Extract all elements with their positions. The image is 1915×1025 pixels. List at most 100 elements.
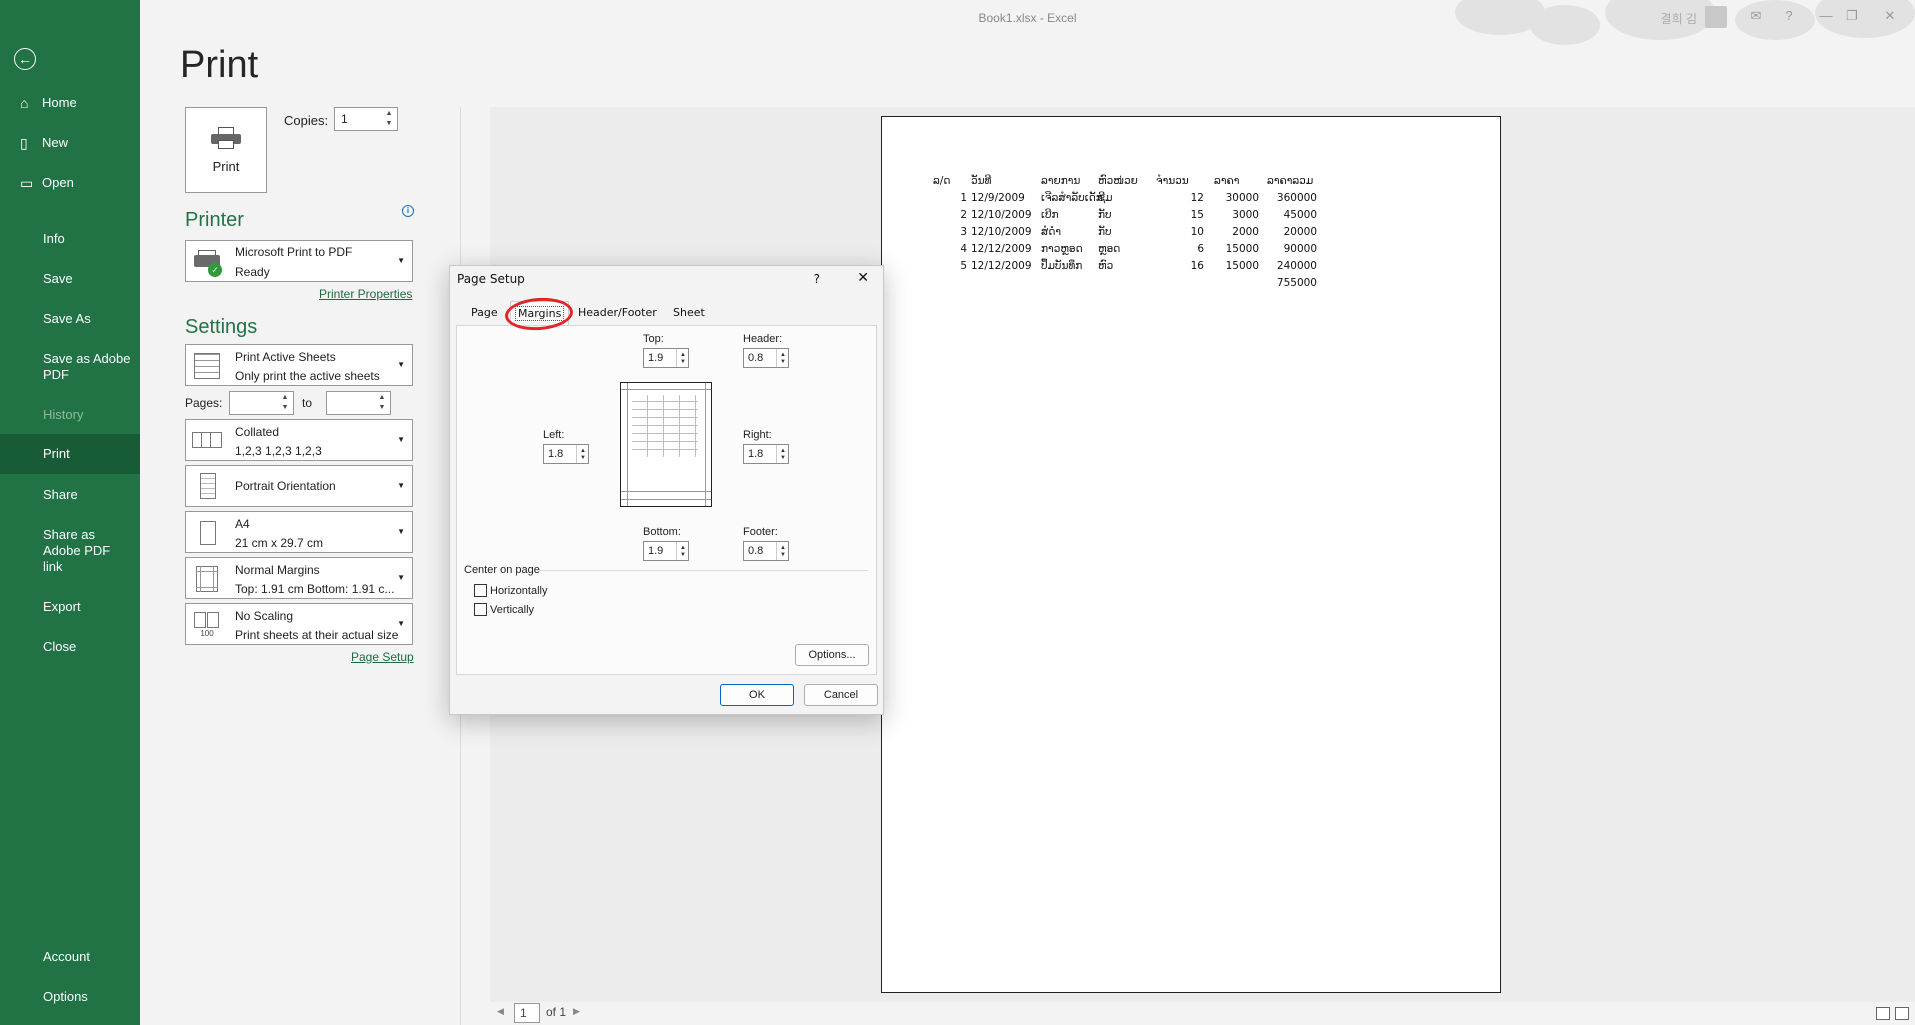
dialog-title: Page Setup [457,272,525,286]
page-setup-link[interactable]: Page Setup [351,650,414,664]
horizontally-checkbox[interactable] [474,584,487,597]
nav-export[interactable]: Export [0,599,140,615]
prev-page-icon[interactable]: ◀ [497,1006,504,1017]
nav-save-as[interactable]: Save As [0,311,140,327]
portrait-page-icon [192,472,222,502]
group-divider [536,570,868,571]
margins-dropdown[interactable]: Normal Margins Top: 1.91 cm Bottom: 1.91… [185,557,413,599]
tab-page[interactable]: Page [471,306,498,319]
orientation-dropdown[interactable]: Portrait Orientation ▼ [185,465,413,507]
help-icon[interactable]: ? [1780,8,1798,23]
next-page-icon[interactable]: ▶ [573,1006,580,1017]
footer-label: Footer: [743,526,778,538]
scaling-dropdown[interactable]: 100 No Scaling Print sheets at their act… [185,603,413,645]
paper-icon [192,518,222,548]
chevron-down-icon: ▼ [397,435,405,444]
page-title: Print [180,44,259,86]
left-label: Left: [543,429,565,441]
new-file-icon: ▯ [20,135,28,151]
nav-open[interactable]: ▭ Open [0,175,140,191]
nav-home[interactable]: ⌂ Home [0,95,140,111]
info-icon[interactable]: i [402,205,414,217]
ok-button[interactable]: OK [720,684,794,706]
cancel-button[interactable]: Cancel [804,684,878,706]
spin-down-icon[interactable]: ▼ [384,120,394,128]
print-what-dropdown[interactable]: Print Active Sheets Only print the activ… [185,344,413,386]
header-label: Header: [743,333,783,345]
nav-history: History [43,407,84,422]
ready-check-icon: ✓ [208,263,222,277]
chevron-down-icon: ▼ [397,573,405,582]
nav-share-adobe-pdf-link[interactable]: Share as Adobe PDF link [0,527,120,575]
coauthor-icon[interactable]: ✉ [1747,8,1765,24]
header-margin-stepper[interactable]: 0.8 ▲ ▼ [743,348,789,368]
right-label: Right: [743,429,772,441]
show-margins-icon[interactable] [1876,1007,1890,1020]
pages-to-input[interactable]: ▲ ▼ [326,391,391,415]
preview-page: ລ/ດ ວັນທີ ລາຍການ ຫົວໜ່ວຍ ຈຳນວນ ລາຄາ ລາຄາ… [881,116,1501,993]
sheet-grid-icon [192,351,222,381]
copies-label: Copies: [284,113,329,128]
right-margin-stepper[interactable]: 1.8 ▲ ▼ [743,444,789,464]
margin-preview [620,382,712,507]
scaling-icon: 100 [192,610,222,640]
backstage-nav: ← ⌂ Home ▯ New ▭ Open Info Save Save As … [0,0,140,1025]
settings-heading: Settings [185,316,258,338]
title-bar: Book1.xlsx - Excel 결희 김 ✉ ? — ❐ ✕ [140,0,1915,45]
chevron-down-icon: ▼ [397,481,405,490]
printer-heading: Printer [185,209,244,231]
vertically-label: Vertically [490,604,535,616]
zoom-to-page-icon[interactable] [1895,1007,1909,1020]
nav-close[interactable]: Close [0,639,140,655]
tab-sheet[interactable]: Sheet [673,306,705,319]
help-icon[interactable]: ? [814,272,820,286]
top-margin-stepper[interactable]: 1.9 ▲ ▼ [643,348,689,368]
nav-options[interactable]: Options [0,989,140,1005]
bottom-margin-stepper[interactable]: 1.9 ▲ ▼ [643,541,689,561]
window-title: Book1.xlsx - Excel [978,11,1077,25]
to-label: to [302,396,313,410]
horizontally-label: Horizontally [490,585,548,597]
footer-margin-stepper[interactable]: 0.8 ▲ ▼ [743,541,789,561]
chevron-down-icon: ▼ [397,619,405,628]
pages-label: Pages: [185,396,223,410]
collation-dropdown[interactable]: Collated 1,2,3 1,2,3 1,2,3 ▼ [185,419,413,461]
vertically-checkbox[interactable] [474,603,487,616]
collated-icon [192,426,222,456]
spin-up-icon[interactable]: ▲ [384,110,394,118]
nav-account[interactable]: Account [0,949,140,965]
left-margin-stepper[interactable]: 1.8 ▲ ▼ [543,444,589,464]
back-arrow-icon[interactable]: ← [14,48,36,70]
tab-header-footer[interactable]: Header/Footer [578,306,657,319]
close-icon[interactable]: ✕ [857,270,869,286]
nav-save-as-adobe-pdf[interactable]: Save as Adobe PDF [0,351,135,383]
nav-share[interactable]: Share [0,487,140,503]
avatar[interactable] [1705,6,1727,28]
chevron-down-icon: ▼ [397,527,405,536]
copies-stepper[interactable]: 1 ▲ ▼ [334,107,398,131]
open-folder-icon: ▭ [20,175,34,191]
user-name[interactable]: 결희 김 [1661,10,1697,27]
page-number-input[interactable]: 1 [514,1003,540,1023]
options-button[interactable]: Options... [795,644,869,666]
nav-save[interactable]: Save [0,271,140,287]
bottom-label: Bottom: [643,526,681,538]
printer-properties-link[interactable]: Printer Properties [319,287,412,301]
nav-info[interactable]: Info [0,231,140,247]
chevron-down-icon: ▼ [397,256,405,265]
restore-icon[interactable]: ❐ [1843,8,1861,24]
margins-icon [192,564,222,594]
chevron-down-icon: ▼ [397,360,405,369]
minimize-icon[interactable]: — [1817,8,1835,23]
center-on-page-label: Center on page [464,564,540,576]
paper-size-dropdown[interactable]: A4 21 cm x 29.7 cm ▼ [185,511,413,553]
nav-print[interactable]: Print [0,434,140,474]
top-label: Top: [643,333,664,345]
home-icon: ⌂ [20,95,29,111]
print-button[interactable]: Print [185,107,267,193]
printer-dropdown[interactable]: ✓ Microsoft Print to PDF Ready ▼ [185,240,413,282]
nav-new[interactable]: ▯ New [0,135,140,151]
close-window-icon[interactable]: ✕ [1881,8,1899,24]
printer-device-icon: ✓ [192,247,222,277]
pages-from-input[interactable]: ▲ ▼ [229,391,294,415]
